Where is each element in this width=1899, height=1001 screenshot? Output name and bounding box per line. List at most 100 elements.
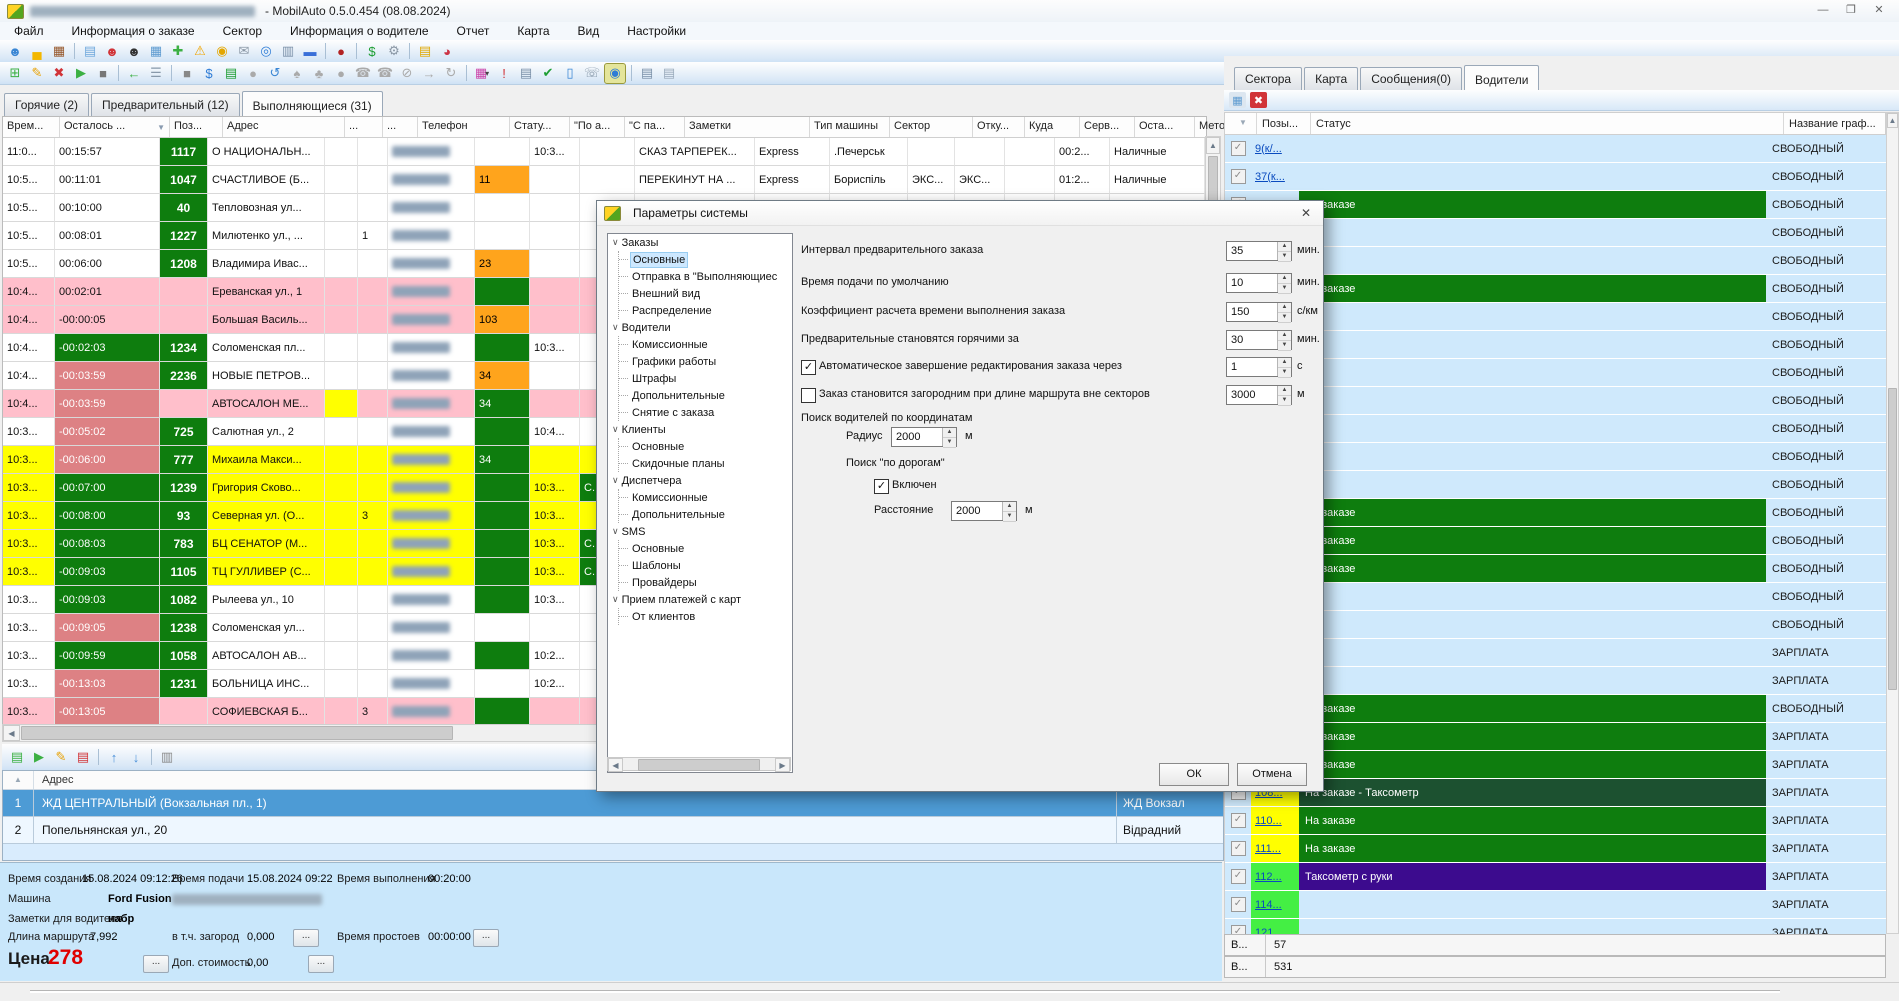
radius-stepper[interactable]: ▲ ▼ [942,428,956,448]
driver-checkbox[interactable]: ✓ [1230,169,1246,184]
driver-row[interactable]: ✓На заказеСВОБОДНЫЙ [1225,527,1887,555]
radius-input[interactable]: 2000 ▲ ▼ [891,427,957,448]
orders-col-header-13[interactable]: Отку... [973,117,1025,137]
calc-icon[interactable]: $ [199,64,219,83]
address-remove-icon[interactable]: ▤ [73,748,93,767]
suburb-edit-button[interactable]: ... [293,929,319,947]
helmet-icon[interactable]: ● [331,42,351,61]
driver-checkbox[interactable]: ✓ [1230,869,1246,884]
menu-Файл[interactable]: Файл [0,24,58,38]
orders-col-header-9[interactable]: "С па... [625,117,685,137]
orders-col-header-2[interactable]: Поз... [170,117,223,137]
field-stepper[interactable]: ▲ ▼ [1277,242,1291,262]
tab-Сообщения0[interactable]: Сообщения(0) [1360,67,1463,90]
field-input[interactable]: 35 ▲ ▼ [1226,241,1292,262]
route-row[interactable]: 2 Попельнянская ул., 20 Відрадний [3,817,1223,844]
mobile-icon[interactable]: ▯ [560,64,580,83]
driver-row[interactable]: ✓СВОБОДНЫЙ [1225,443,1887,471]
field-checkbox[interactable] [801,388,816,403]
orders-col-header-11[interactable]: Тип машины [810,117,890,137]
settings-tree-hscrollbar[interactable]: ◀ ▶ [607,757,791,772]
extra-cost-edit-button[interactable]: ... [308,955,334,973]
drivers-status-column-header[interactable]: Статус [1311,113,1784,134]
tree-item-Шаблоны[interactable]: Шаблоны [619,557,792,574]
menu-Настройки[interactable]: Настройки [613,24,700,38]
driver-row[interactable]: ✓СВОБОДНЫЙ [1225,359,1887,387]
close-button[interactable]: ✕ [1865,2,1893,20]
minimize-button[interactable]: — [1809,2,1837,20]
cancel-button[interactable]: Отмена [1237,763,1307,786]
tree-item-Основные[interactable]: Основные [619,540,792,557]
orders-col-header-15[interactable]: Серв... [1080,117,1135,137]
move-down-icon[interactable]: ↓ [126,748,146,767]
orders-col-header-8[interactable]: "По а... [570,117,625,137]
driver-row[interactable]: ✓СВОБОДНЫЙ [1225,583,1887,611]
urgent-icon[interactable]: ! [494,64,514,83]
driver-callsign-link[interactable]: 110... [1255,815,1282,827]
orders-col-header-1[interactable]: Осталось ... ▼ [60,117,170,137]
driver-row[interactable]: ✓На заказеСВОБОДНЫЙ [1225,191,1887,219]
driver-row[interactable]: ✓ЗАРПЛАТА [1225,667,1887,695]
trash-icon[interactable]: ▥ [157,748,177,767]
driver-checkbox[interactable]: ✓ [1230,813,1246,828]
doc-green-icon[interactable]: ▤ [221,64,241,83]
tab-Горячие2[interactable]: Горячие (2) [4,93,90,116]
orders-col-header-14[interactable]: Куда [1025,117,1080,137]
arrow-gray-icon[interactable]: → [419,64,439,83]
club-icon[interactable]: ♣ [309,64,329,83]
drivers-vscrollbar[interactable]: ▲ [1886,112,1899,934]
driver-row[interactable]: ✓ 9(к/... СВОБОДНЫЙ [1225,135,1887,163]
ok-button[interactable]: ОК [1159,763,1229,786]
operator-icon[interactable]: ☻ [5,42,25,61]
driver-callsign-link[interactable]: 112... [1255,871,1282,883]
dialog-close-icon[interactable]: ✕ [1289,202,1323,224]
driver-checkbox[interactable]: ✓ [1230,925,1246,934]
block-icon[interactable]: ■ [177,64,197,83]
driver-row[interactable]: ✓ 114... ЗАРПЛАТА [1225,891,1887,919]
menu-Карта[interactable]: Карта [503,24,563,38]
orders-col-header-5[interactable]: ... [383,117,418,137]
driver-checkbox[interactable]: ✓ [1230,141,1246,156]
driver-checkbox[interactable]: ✓ [1230,897,1246,912]
order-archive-icon[interactable]: ■ [93,64,113,83]
orders-col-header-10[interactable]: Заметки [685,117,810,137]
menu-Вид[interactable]: Вид [564,24,614,38]
drivers-filter-icon[interactable]: ▼ [1225,113,1257,134]
driver-checkbox[interactable]: ✓ [1230,841,1246,856]
driver-row[interactable]: ✓На заказеЗАРПЛАТА [1225,723,1887,751]
tab-Сектора[interactable]: Сектора [1234,67,1303,90]
grid-color-icon[interactable]: ▦ ▾ [472,64,492,83]
confirm-icon[interactable]: ✔ [538,64,558,83]
route-row[interactable]: 1 ЖД ЦЕНТРАЛЬНЫЙ (Вокзальная пл., 1) ЖД Во… [3,790,1223,817]
driver-row[interactable]: ✓ 121... ЗАРПЛАТА [1225,919,1887,934]
field-stepper[interactable]: ▲ ▼ [1277,358,1291,378]
menu-Информация о водителе[interactable]: Информация о водителе [276,24,442,38]
menu-Сектор[interactable]: Сектор [209,24,276,38]
phone-gray-icon[interactable]: ☎ [353,64,373,83]
tree-group-SMS[interactable]: ∨ SMS [608,523,792,540]
driver-row[interactable]: ✓СВОБОДНЫЙ [1225,611,1887,639]
warning-icon[interactable]: ⚠ [190,42,210,61]
menu-Информация о заказе[interactable]: Информация о заказе [58,24,209,38]
driver-row[interactable]: ✓На заказеСВОБОДНЫЙ [1225,555,1887,583]
order-edit-icon[interactable]: ✎ [27,64,47,83]
driver-row[interactable]: ✓ЗАРПЛАТА [1225,639,1887,667]
tab-Предварительный12[interactable]: Предварительный (12) [91,93,240,116]
taxi-icon[interactable]: ▄ [27,42,47,61]
plugin-green-icon[interactable]: ✚ [168,42,188,61]
driver-callsign-link[interactable]: 37(к... [1255,171,1285,183]
tree-item-От клиентов[interactable]: От клиентов [619,608,792,625]
orders-col-header-16[interactable]: Оста... [1135,117,1195,137]
field-stepper[interactable]: ▲ ▼ [1277,274,1291,294]
driver-row[interactable]: ✓СВОБОДНЫЙ [1225,219,1887,247]
cabinet-icon[interactable]: ▤ [415,42,435,61]
field-stepper[interactable]: ▲ ▼ [1277,303,1291,323]
driver-row[interactable]: ✓СВОБОДНЫЙ [1225,415,1887,443]
briefcase-icon[interactable]: ▦ [49,42,69,61]
server-icon[interactable]: ▥ [278,42,298,61]
driver-row[interactable]: ✓На заказеСВОБОДНЫЙ [1225,695,1887,723]
tree-item-Провайдеры[interactable]: Провайдеры [619,574,792,591]
order-add-icon[interactable]: ⊞ [5,64,25,83]
driver-callsign-link[interactable]: 114... [1255,899,1282,911]
driver-row[interactable]: ✓108...На заказе - ТаксометрЗАРПЛАТА [1225,779,1887,807]
